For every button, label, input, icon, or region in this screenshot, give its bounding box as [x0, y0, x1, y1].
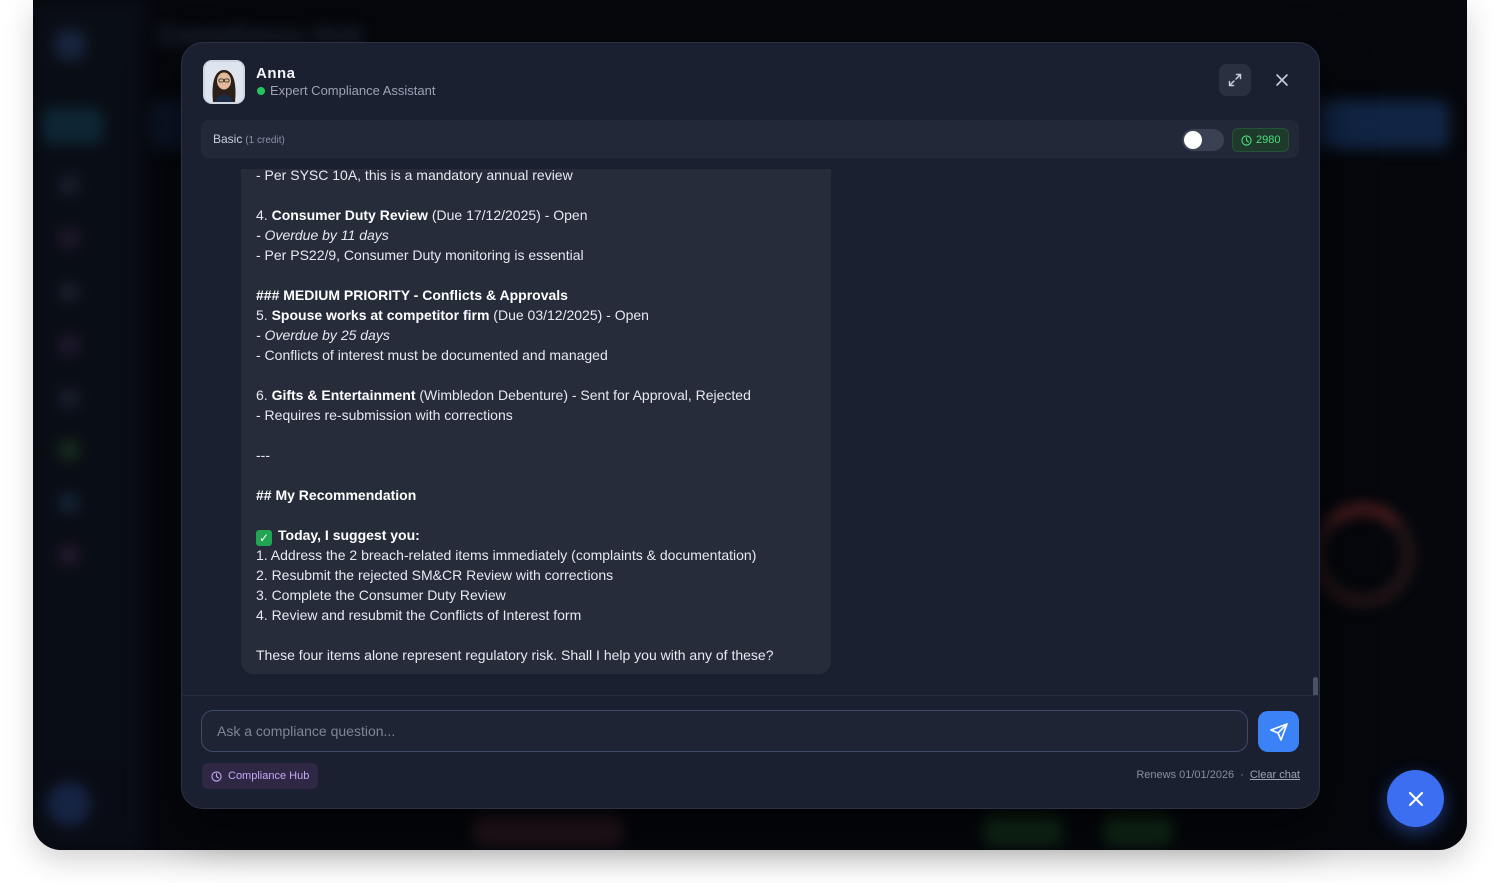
send-icon — [1269, 722, 1288, 741]
background-nav-icon — [59, 440, 79, 460]
clock-icon — [1241, 134, 1252, 146]
assistant-name: Anna — [256, 65, 296, 82]
mode-toggle[interactable] — [1182, 129, 1224, 151]
chat-footer-info: Renews 01/01/2026 · Clear chat — [1136, 769, 1300, 781]
background-nav-icon — [59, 335, 79, 355]
mode-credit: (1 credit) — [245, 135, 285, 146]
message-line: - Overdue by 11 days — [256, 227, 389, 243]
mode-name: Basic — [213, 132, 243, 146]
message-line: 1. Address the 2 breach-related items im… — [256, 547, 757, 563]
message-line: 3. Complete the Consumer Duty Review — [256, 587, 506, 603]
close-icon — [1408, 791, 1423, 806]
background-nav-icon — [59, 282, 79, 302]
message-line: - Overdue by 25 days — [256, 327, 390, 343]
message-line: - Conflicts of interest must be document… — [256, 347, 608, 363]
message-line: ### MEDIUM PRIORITY - Conflicts & Approv… — [256, 287, 568, 303]
credits-count: 2980 — [1256, 134, 1281, 146]
check-icon: ✓ — [256, 530, 272, 546]
message-line: 2. Resubmit the rejected SM&CR Review wi… — [256, 567, 614, 583]
composer-divider — [182, 695, 1319, 696]
expand-button[interactable] — [1219, 64, 1251, 96]
background-logo — [55, 30, 85, 60]
assistant-avatar — [203, 60, 245, 104]
message-line: These four items alone represent regulat… — [256, 647, 774, 663]
background-action-button — [1323, 100, 1448, 148]
message-list: - Per SYSC 10A, this is a mandatory annu… — [182, 169, 1319, 695]
background-nav-icon — [59, 228, 79, 248]
background-row-badge — [983, 815, 1063, 845]
message-line: - Per PS22/9, Consumer Duty monitoring i… — [256, 247, 584, 263]
chat-fab-close-button[interactable] — [1387, 770, 1444, 827]
background-donut-chart — [1313, 505, 1413, 605]
clock-icon — [211, 770, 222, 782]
mode-label: Basic (1 credit) — [213, 132, 285, 146]
message-line: ## My Recommendation — [256, 487, 417, 503]
clear-chat-link[interactable]: Clear chat — [1250, 769, 1300, 781]
background-user-avatar — [47, 782, 91, 826]
footer-separator: · — [1240, 769, 1244, 781]
background-nav-icon — [59, 388, 79, 408]
background-nav-active — [43, 108, 103, 144]
message-line: 4. Review and resubmit the Conflicts of … — [256, 607, 582, 623]
assistant-message-bubble: - Per SYSC 10A, this is a mandatory annu… — [241, 169, 831, 674]
message-line: 6. Gifts & Entertainment (Wimbledon Debe… — [256, 387, 751, 403]
message-line: 5. Spouse works at competitor firm (Due … — [256, 307, 649, 323]
message-line: ✓ Today, I suggest you: — [256, 525, 420, 546]
toggle-knob — [1184, 131, 1202, 149]
online-status-dot — [257, 87, 265, 95]
close-modal-button[interactable] — [1266, 64, 1298, 96]
renewal-date: Renews 01/01/2026 — [1136, 769, 1235, 781]
compliance-question-input[interactable] — [201, 710, 1248, 752]
credits-badge: 2980 — [1232, 128, 1290, 152]
background-row-badge — [1103, 815, 1173, 845]
background-nav-icon — [59, 545, 79, 565]
compliance-hub-tag[interactable]: Compliance Hub — [202, 763, 319, 789]
background-nav-icon — [59, 493, 79, 513]
send-button[interactable] — [1258, 711, 1299, 752]
compliance-hub-tag-label: Compliance Hub — [228, 770, 310, 782]
assistant-chat-modal: Anna Expert Compliance Assistant Basic (1… — [181, 42, 1320, 809]
background-row-badge — [473, 815, 623, 845]
assistant-role: Expert Compliance Assistant — [270, 83, 436, 98]
message-scrollbar[interactable] — [1313, 677, 1318, 695]
message-line: - Requires re-submission with correction… — [256, 407, 513, 423]
close-icon — [1276, 74, 1288, 86]
message-line: 4. Consumer Duty Review (Due 17/12/2025)… — [256, 207, 588, 223]
mode-toolbar: Basic (1 credit) 2980 — [201, 120, 1299, 158]
message-line: - Per SYSC 10A, this is a mandatory annu… — [256, 169, 573, 183]
background-nav-icon — [59, 175, 79, 195]
chat-header: Anna Expert Compliance Assistant — [182, 43, 1319, 119]
expand-icon — [1228, 73, 1242, 87]
message-line: --- — [256, 447, 270, 463]
